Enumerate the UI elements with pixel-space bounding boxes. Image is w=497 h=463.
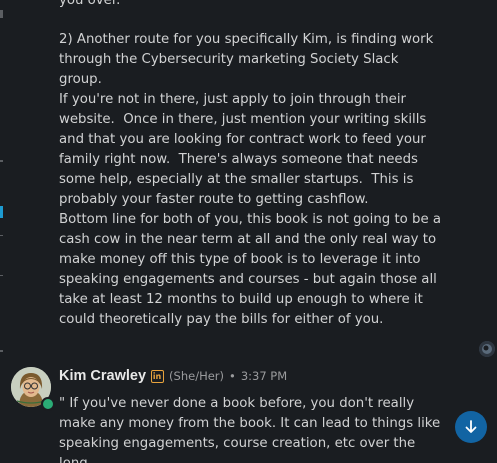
message-line-partial: you over. — [59, 0, 121, 8]
jump-to-latest-button[interactable] — [455, 411, 487, 443]
reply-text: " If you've never done a book before, yo… — [59, 396, 441, 463]
sidebar-edge-divider — [0, 235, 3, 236]
sidebar-edge-mark — [0, 10, 3, 18]
message-header: Kim Crawley (She/Her) • 3:37 PM — [59, 366, 287, 386]
author-name[interactable]: Kim Crawley — [59, 368, 146, 384]
header-separator: • — [229, 369, 236, 383]
small-avatar-image — [479, 341, 495, 357]
online-status-icon — [41, 397, 55, 411]
message-paragraph-2: 2) Another route for you specifically Ki… — [59, 32, 434, 207]
sidebar-edge — [0, 0, 4, 463]
sidebar-edge-mark — [0, 350, 3, 352]
message-pane: you over. 2) Another route for you speci… — [0, 0, 497, 463]
message-paragraph-3: Bottom line for both of you, this book i… — [59, 212, 442, 327]
reaction-user-avatar[interactable] — [479, 341, 495, 357]
sidebar-edge-mark — [0, 160, 3, 162]
timestamp[interactable]: 3:37 PM — [241, 369, 287, 383]
arrow-down-icon — [465, 420, 477, 433]
sidebar-edge-divider — [0, 275, 3, 276]
pronouns: (She/Her) — [169, 369, 225, 383]
sidebar-edge-link[interactable] — [0, 206, 3, 218]
linkedin-glyph — [153, 371, 161, 379]
linkedin-icon[interactable] — [151, 369, 165, 383]
